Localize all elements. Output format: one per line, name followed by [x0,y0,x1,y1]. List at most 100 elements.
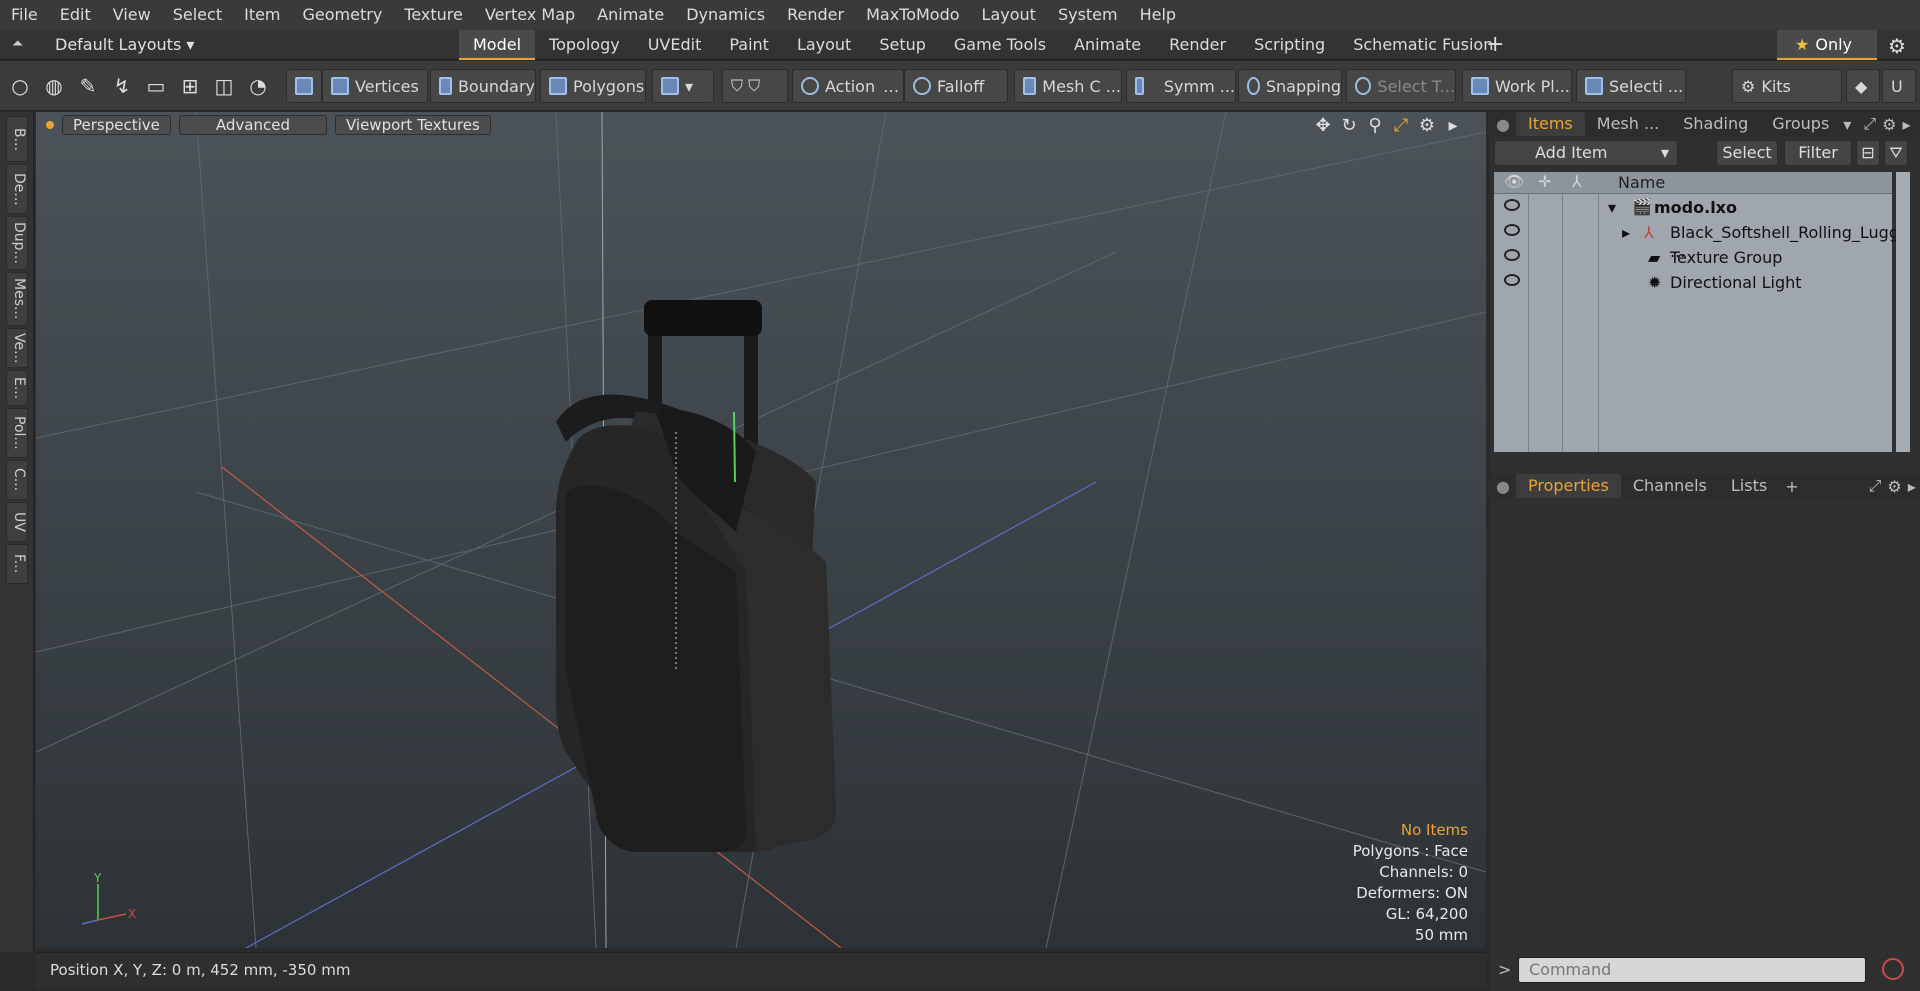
orbit-icon[interactable]: ↻ [1336,115,1362,136]
menu-edit[interactable]: Edit [49,0,102,30]
menu-geometry[interactable]: Geometry [292,0,394,30]
tab-setup[interactable]: Setup [865,30,940,60]
tab-shading[interactable]: Shading [1671,112,1760,136]
list-item[interactable]: ▰ Texture Group [1494,246,1892,271]
circle-select-icon[interactable]: ○ [6,69,34,103]
tab-items[interactable]: Items [1516,112,1585,136]
material-dropdown[interactable]: ▾ [652,69,714,103]
menu-render[interactable]: Render [776,0,855,30]
panel-gear-icon[interactable]: ⚙ [1887,477,1901,496]
falloff-button[interactable]: Falloff [904,69,1008,103]
menu-item[interactable]: Item [233,0,291,30]
add-item-button[interactable]: Add Item ▾ [1494,140,1678,166]
kits-button[interactable]: ⚙ Kits [1732,69,1842,103]
menu-view[interactable]: View [102,0,162,30]
tab-model[interactable]: Model [459,30,536,60]
symmetry-button[interactable]: Symm ... [1126,69,1236,103]
tab-channels[interactable]: Channels [1621,474,1719,498]
visibility-eye-icon[interactable] [1504,274,1520,286]
left-tab-basic[interactable]: B... [6,116,28,162]
record-icon[interactable] [1882,958,1904,980]
panel-menu-dot[interactable]: ● [1490,477,1516,496]
menu-select[interactable]: Select [162,0,233,30]
visibility-eye-icon[interactable] [1504,249,1520,261]
tab-groups[interactable]: Groups [1760,112,1841,136]
list-item[interactable]: ▸ ⅄ Black_Softshell_Rolling_Lugg ... [1494,221,1899,261]
select-button[interactable]: Select [1716,140,1778,166]
only-toggle[interactable]: ★ Only [1777,30,1877,60]
expand-icon[interactable]: ⤢ [1869,476,1882,496]
collapse-up-icon[interactable]: ⏶ [12,36,30,54]
collapse-icon[interactable]: ⊟ [1856,140,1880,166]
settings-icon[interactable]: ⚙ [1414,115,1440,136]
polygons-button[interactable]: Polygons [540,69,646,103]
vertices-button[interactable]: Vertices [322,69,428,103]
command-input[interactable]: Command [1518,957,1866,983]
panel-menu-dot[interactable]: ● [1490,115,1516,134]
tabs-dropdown-icon[interactable]: ▾ [1843,115,1851,134]
menu-layout[interactable]: Layout [971,0,1047,30]
selection-sets-button[interactable]: Selecti ... [1576,69,1686,103]
menu-maxtomodo[interactable]: MaxToModo [855,0,970,30]
zoom-icon[interactable]: ⚲ [1362,115,1388,136]
visibility-eye-icon[interactable] [1504,199,1520,211]
lasso-icon[interactable]: ↯ [108,69,136,103]
tab-animate[interactable]: Animate [1060,30,1155,60]
filter-button[interactable]: Filter [1784,140,1852,166]
add-tab-icon[interactable]: + [1486,32,1504,57]
list-item[interactable]: ✹ Directional Light [1494,271,1892,296]
unity-icon[interactable]: ◆ [1846,69,1880,103]
menu-texture[interactable]: Texture [393,0,474,30]
mesh-constraint-button[interactable]: Mesh C ... [1014,69,1122,103]
left-tab-uv[interactable]: UV [6,502,28,542]
tab-mesh[interactable]: Mesh ... [1585,112,1671,136]
viewport-menu-dot[interactable] [46,121,54,129]
advanced-dropdown[interactable]: Advanced [178,115,327,135]
rotate-icon[interactable]: ◔ [244,69,272,103]
list-scrollbar[interactable] [1896,172,1910,452]
work-plane-button[interactable]: Work Pl... [1462,69,1572,103]
viewport-textures-dropdown[interactable]: Viewport Textures [334,115,491,135]
tab-render[interactable]: Render [1155,30,1240,60]
left-tab-vertex[interactable]: Ve... [6,328,28,368]
menu-help[interactable]: Help [1129,0,1187,30]
grid-icon[interactable]: ⊞ [176,69,204,103]
tab-schematic-fusion[interactable]: Schematic Fusion [1339,30,1507,60]
pen-icon[interactable]: ✎ [74,69,102,103]
unreal-icon[interactable]: U [1882,69,1916,103]
left-tab-mesh-edit[interactable]: Mes... [6,272,28,326]
menu-vertex-map[interactable]: Vertex Map [474,0,586,30]
shield-tools[interactable]: ⛉ ⛉ [722,69,788,103]
panel-arrow-icon[interactable]: ▸ [1908,477,1916,496]
left-tab-edge[interactable]: E... [6,370,28,406]
gear-icon[interactable]: ⚙ [1888,34,1906,58]
bridge-icon[interactable]: ▭ [142,69,170,103]
boundary-button[interactable]: Boundary [430,69,536,103]
snapping-button[interactable]: Snapping [1238,69,1342,103]
3d-viewport[interactable]: Y X Perspective Advanced Viewport Textur… [36,112,1486,948]
item-mode-button[interactable] [286,69,322,103]
add-tab-icon[interactable]: + [1785,477,1798,496]
tab-lists[interactable]: Lists [1719,474,1779,498]
loop-icon[interactable]: ◫ [210,69,238,103]
left-tab-duplicate[interactable]: Dup... [6,216,28,270]
left-tab-deform[interactable]: De... [6,164,28,214]
panel-arrow-icon[interactable]: ▸ [1902,115,1910,134]
visibility-eye-icon[interactable] [1504,224,1520,236]
expand-arrow-icon[interactable]: ▸ [1622,223,1630,242]
tab-scripting[interactable]: Scripting [1240,30,1339,60]
maximize-icon[interactable]: ⤢ [1388,115,1414,136]
expand-icon[interactable]: ⤢ [1863,114,1876,134]
default-layouts-dropdown[interactable]: Default Layouts ▾ [55,30,194,60]
expand-arrow-icon[interactable]: ▾ [1608,198,1616,217]
funnel-icon[interactable]: ⛛ [1884,140,1908,166]
tab-paint[interactable]: Paint [715,30,783,60]
menu-dynamics[interactable]: Dynamics [675,0,776,30]
play-icon[interactable]: ▸ [1440,115,1466,136]
left-tab-polygon[interactable]: Pol... [6,408,28,458]
action-center-button[interactable]: Action… [792,69,904,103]
select-through-button[interactable]: Select T... [1346,69,1456,103]
sphere-icon[interactable]: ◍ [40,69,68,103]
tab-game-tools[interactable]: Game Tools [940,30,1060,60]
left-tab-fusion[interactable]: F... [6,544,28,584]
